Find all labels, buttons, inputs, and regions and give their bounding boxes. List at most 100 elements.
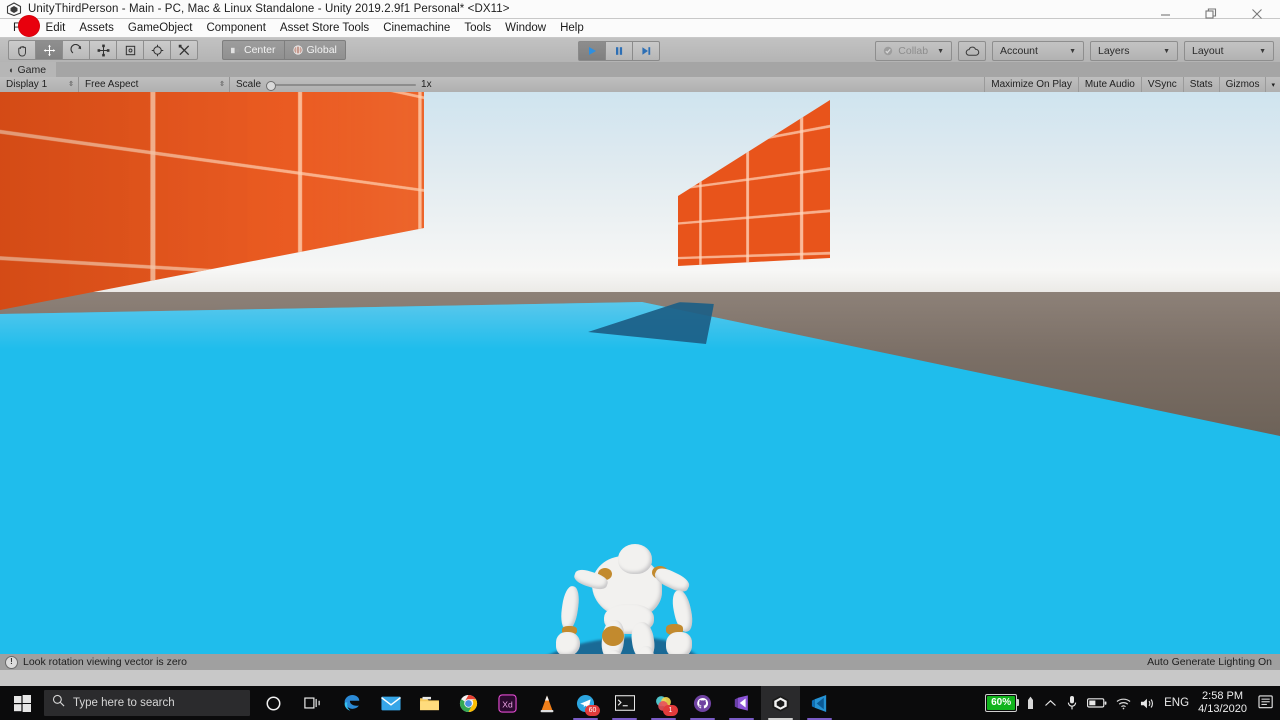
space-mode-button[interactable]: Global bbox=[284, 40, 346, 60]
menu-item-asset-store-tools[interactable]: Asset Store Tools bbox=[273, 19, 376, 37]
taskbar-app-unity-editor[interactable] bbox=[761, 686, 800, 720]
taskbar-app-github[interactable] bbox=[683, 686, 722, 720]
clock-time: 2:58 PM bbox=[1198, 690, 1247, 703]
scale-slider-group[interactable]: Scale 1x bbox=[230, 79, 432, 90]
tab-game-label: Game bbox=[17, 64, 46, 76]
transform-tool-button[interactable] bbox=[143, 40, 170, 60]
pivot-icon bbox=[231, 46, 240, 55]
aspect-dropdown-label: Free Aspect bbox=[85, 79, 138, 90]
taskbar-app-task-view[interactable] bbox=[293, 686, 332, 720]
play-icon bbox=[586, 45, 598, 57]
menu-item-edit[interactable]: Edit bbox=[39, 19, 73, 37]
pause-icon bbox=[613, 45, 625, 57]
taskbar-app-terminal[interactable] bbox=[605, 686, 644, 720]
play-button[interactable] bbox=[578, 41, 605, 61]
chevron-up-icon[interactable] bbox=[1044, 699, 1057, 708]
playback-controls bbox=[578, 41, 660, 61]
wifi-icon[interactable] bbox=[1116, 697, 1131, 710]
vsync-toggle[interactable]: VSync bbox=[1141, 77, 1183, 92]
tab-game[interactable]: ◖ Game bbox=[0, 62, 56, 77]
game-viewport[interactable]: ! Look rotation viewing vector is zero A… bbox=[0, 92, 1280, 670]
taskbar-app-file-explorer[interactable] bbox=[410, 686, 449, 720]
gizmos-chevron-down-icon[interactable]: ▾ bbox=[1265, 77, 1280, 92]
cloud-icon bbox=[965, 46, 980, 57]
menu-item-tools[interactable]: Tools bbox=[457, 19, 498, 37]
menu-item-component[interactable]: Component bbox=[199, 19, 272, 37]
taskbar-app-edge[interactable] bbox=[332, 686, 371, 720]
battery-tip bbox=[1017, 699, 1019, 706]
status-message[interactable]: Look rotation viewing vector is zero bbox=[23, 656, 187, 668]
taskbar-app-unity-hub[interactable]: 1 bbox=[644, 686, 683, 720]
taskbar-app-chrome[interactable] bbox=[449, 686, 488, 720]
game-view-toolbar: Display 1 ⇳ Free Aspect ⇳ Scale 1x Maxim… bbox=[0, 77, 1280, 93]
taskbar-app-vlc[interactable] bbox=[527, 686, 566, 720]
scale-slider-knob[interactable] bbox=[266, 81, 276, 91]
vscode-icon bbox=[810, 694, 829, 713]
windows-start-icon[interactable] bbox=[0, 686, 44, 720]
volume-icon[interactable] bbox=[1140, 697, 1155, 710]
taskbar-app-vs-code[interactable] bbox=[800, 686, 839, 720]
menu-item-window[interactable]: Window bbox=[498, 19, 553, 37]
space-mode-label: Global bbox=[307, 44, 337, 56]
warning-icon: ! bbox=[5, 656, 18, 669]
step-icon bbox=[640, 45, 652, 57]
move-tool-button[interactable] bbox=[35, 40, 62, 60]
updown-arrows-icon: ⇳ bbox=[68, 81, 74, 88]
layers-button[interactable]: Layers ▼ bbox=[1090, 41, 1178, 61]
microphone-icon[interactable] bbox=[1066, 695, 1078, 711]
search-input[interactable]: Type here to search bbox=[44, 690, 250, 716]
layout-button[interactable]: Layout ▼ bbox=[1184, 41, 1274, 61]
menu-item-gameobject[interactable]: GameObject bbox=[121, 19, 200, 37]
updown-arrows-icon: ⇳ bbox=[219, 81, 225, 88]
auto-generate-lighting-status[interactable]: Auto Generate Lighting On bbox=[1147, 656, 1272, 668]
collab-check-icon bbox=[883, 46, 893, 56]
step-button[interactable] bbox=[632, 41, 660, 61]
pen-icon[interactable] bbox=[1026, 696, 1035, 711]
search-icon bbox=[52, 694, 65, 712]
maximize-on-play-toggle[interactable]: Maximize On Play bbox=[984, 77, 1078, 92]
action-center-icon[interactable] bbox=[1258, 695, 1276, 711]
cloud-button[interactable] bbox=[958, 41, 986, 61]
task-view-icon bbox=[304, 695, 322, 711]
unity-icon bbox=[6, 2, 24, 16]
pause-button[interactable] bbox=[605, 41, 632, 61]
mute-audio-toggle[interactable]: Mute Audio bbox=[1078, 77, 1141, 92]
stats-toggle[interactable]: Stats bbox=[1183, 77, 1219, 92]
collab-button[interactable]: Collab ▼ bbox=[875, 41, 952, 61]
input-language-indicator[interactable]: ENG bbox=[1164, 697, 1189, 709]
battery-percent-indicator[interactable]: 60% bbox=[985, 694, 1017, 712]
scale-slider[interactable] bbox=[266, 84, 416, 86]
account-label: Account bbox=[1000, 45, 1038, 57]
taskbar-app-cortana[interactable] bbox=[254, 686, 293, 720]
account-button[interactable]: Account ▼ bbox=[992, 41, 1084, 61]
scale-tool-button[interactable] bbox=[89, 40, 116, 60]
aspect-dropdown[interactable]: Free Aspect ⇳ bbox=[79, 77, 230, 92]
windows-taskbar: Type here to search Xd 60 1 60% ENG 2:58… bbox=[0, 686, 1280, 720]
svg-text:Xd: Xd bbox=[502, 699, 513, 709]
visual-studio-icon bbox=[733, 694, 751, 712]
pivot-mode-button[interactable]: Center bbox=[222, 40, 284, 60]
rotate-tool-button[interactable] bbox=[62, 40, 89, 60]
display-dropdown[interactable]: Display 1 ⇳ bbox=[0, 77, 79, 92]
taskbar-app-adobe-xd[interactable]: Xd bbox=[488, 686, 527, 720]
custom-tool-button[interactable] bbox=[170, 40, 198, 60]
player-character[interactable] bbox=[540, 542, 720, 670]
menu-item-assets[interactable]: Assets bbox=[72, 19, 121, 37]
rect-tool-button[interactable] bbox=[116, 40, 143, 60]
pivot-space-group: Center Global bbox=[222, 40, 346, 60]
taskbar-app-list: Xd 60 1 bbox=[254, 686, 839, 720]
battery-percent-label: 60% bbox=[987, 696, 1015, 710]
taskbar-app-mail[interactable] bbox=[371, 686, 410, 720]
hand-tool-button[interactable] bbox=[8, 40, 35, 60]
menu-bar: File Edit Assets GameObject Component As… bbox=[0, 19, 1280, 37]
battery-icon[interactable] bbox=[1087, 697, 1107, 709]
gizmos-dropdown[interactable]: Gizmos bbox=[1219, 77, 1266, 92]
menu-item-cinemachine[interactable]: Cinemachine bbox=[376, 19, 457, 37]
clock[interactable]: 2:58 PM 4/13/2020 bbox=[1198, 690, 1247, 716]
taskbar-app-visual-studio[interactable] bbox=[722, 686, 761, 720]
scale-value: 1x bbox=[421, 79, 432, 90]
collab-label: Collab bbox=[898, 45, 928, 57]
taskbar-app-telegram[interactable]: 60 bbox=[566, 686, 605, 720]
unity-editor-window: UnityThirdPerson - Main - PC, Mac & Linu… bbox=[0, 0, 1280, 720]
menu-item-help[interactable]: Help bbox=[553, 19, 591, 37]
